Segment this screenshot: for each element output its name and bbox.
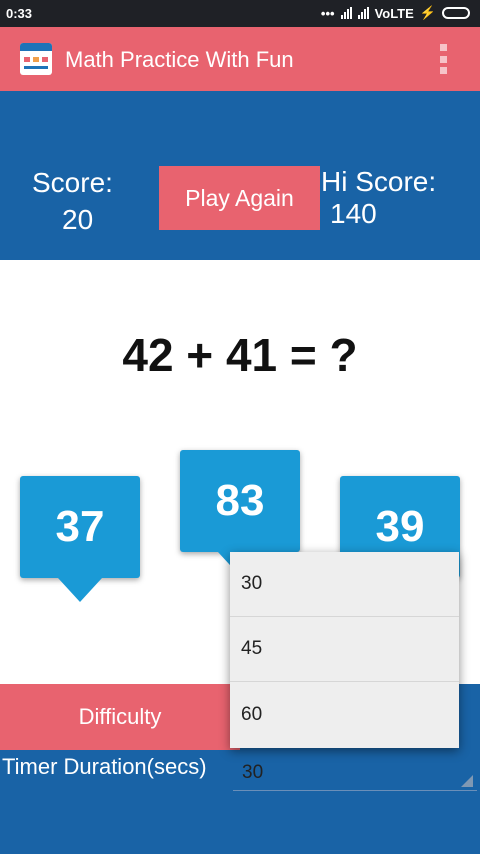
more-dots-icon: ••• [320, 5, 335, 21]
network-type: VoLTE [374, 5, 414, 21]
charging-icon: ⚡ [419, 5, 436, 20]
hiscore-label: Hi Score: [321, 166, 437, 197]
app-bar: Math Practice With Fun [0, 27, 480, 91]
score-value: 20 [62, 204, 94, 235]
status-time: 0:33 [6, 6, 33, 21]
answer-option-1[interactable]: 37 [20, 476, 140, 602]
app-logo-icon [20, 43, 52, 75]
dropdown-option-45[interactable]: 45 [230, 617, 459, 682]
status-bar: 0:33 ••• VoLTE ⚡ [0, 0, 480, 27]
signal-icon [357, 7, 369, 19]
timer-duration-label: Timer Duration(secs) [2, 754, 207, 779]
score-panel: Score: 20 Play Again Hi Score: 140 [0, 91, 480, 260]
dropdown-option-60[interactable]: 60 [230, 682, 459, 747]
timer-duration-select[interactable]: 30 [233, 754, 477, 791]
app-title: Math Practice With Fun [65, 47, 294, 72]
timer-dropdown-menu: 30 45 60 [230, 552, 459, 748]
difficulty-button[interactable]: Difficulty [0, 684, 240, 750]
status-icons: ••• VoLTE ⚡ [321, 5, 470, 21]
play-again-button[interactable]: Play Again [159, 166, 320, 230]
score-label: Score: [32, 167, 113, 198]
dropdown-arrow-icon [461, 775, 473, 787]
battery-icon [442, 7, 470, 19]
dropdown-option-30[interactable]: 30 [230, 552, 459, 617]
overflow-menu-icon[interactable] [440, 44, 448, 74]
math-question: 42 + 41 = ? [122, 329, 358, 381]
signal-icon [340, 7, 352, 19]
answer-option-2[interactable]: 83 [180, 450, 300, 576]
hiscore-value: 140 [330, 198, 377, 229]
timer-selected-value: 30 [242, 762, 264, 783]
